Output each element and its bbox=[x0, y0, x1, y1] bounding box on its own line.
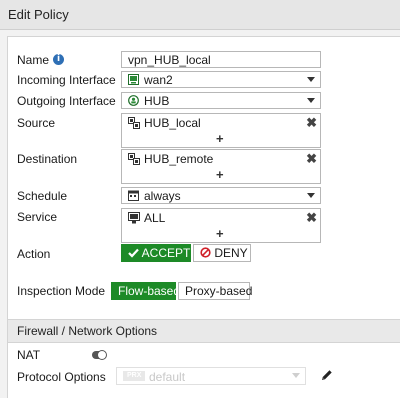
service-multiselect[interactable]: ALL ✖ + bbox=[121, 208, 321, 243]
destination-multiselect[interactable]: HUB_remote ✖ + bbox=[121, 149, 321, 184]
inspection-mode-label: Inspection Mode bbox=[17, 284, 106, 298]
dialog-header: Edit Policy bbox=[0, 0, 400, 30]
schedule-label: Schedule bbox=[17, 189, 68, 203]
chevron-down-icon bbox=[292, 373, 300, 378]
section-title: Firewall / Network Options bbox=[17, 324, 158, 338]
outgoing-interface-select[interactable]: HUB bbox=[121, 92, 321, 109]
name-value: vpn_HUB_local bbox=[128, 53, 211, 67]
schedule-value: always bbox=[144, 189, 181, 203]
proxy-based-label: Proxy-based bbox=[185, 284, 253, 298]
action-label: Action bbox=[17, 247, 51, 261]
protocol-options-select[interactable]: PRX default bbox=[116, 367, 306, 385]
nat-label: NAT bbox=[17, 348, 41, 362]
source-value: HUB_local bbox=[144, 116, 201, 130]
protocol-options-label: Protocol Options bbox=[17, 370, 106, 384]
accept-label: ACCEPT bbox=[141, 246, 191, 260]
interface-port-icon bbox=[128, 74, 139, 85]
incoming-interface-label: Incoming Interface bbox=[17, 73, 116, 87]
source-label: Source bbox=[17, 116, 56, 130]
outgoing-interface-label: Outgoing Interface bbox=[17, 94, 116, 108]
chevron-down-icon bbox=[307, 98, 315, 103]
deny-circle-icon bbox=[200, 247, 211, 258]
accept-button[interactable]: ACCEPT bbox=[121, 244, 191, 262]
proxy-badge: PRX bbox=[123, 371, 146, 381]
deny-label: DENY bbox=[214, 246, 248, 260]
destination-value: HUB_remote bbox=[144, 152, 214, 166]
source-multiselect[interactable]: HUB_local ✖ + bbox=[121, 113, 321, 148]
chevron-down-icon bbox=[307, 77, 315, 82]
chevron-down-icon bbox=[307, 193, 315, 198]
firewall-network-options-section: Firewall / Network Options bbox=[8, 319, 400, 343]
address-object-icon bbox=[128, 117, 140, 129]
checkmark-icon bbox=[128, 248, 139, 258]
service-icon bbox=[128, 212, 140, 224]
nat-toggle[interactable] bbox=[92, 350, 107, 360]
deny-button[interactable]: DENY bbox=[193, 244, 251, 262]
pencil-icon[interactable] bbox=[321, 369, 333, 381]
schedule-select[interactable]: always bbox=[121, 187, 321, 204]
flow-based-label: Flow-based bbox=[118, 284, 181, 298]
proxy-based-button[interactable]: Proxy-based bbox=[178, 282, 253, 300]
service-value: ALL bbox=[144, 211, 166, 225]
add-destination-icon[interactable]: + bbox=[216, 167, 224, 182]
policy-form: Name i vpn_HUB_local Incoming Interface … bbox=[7, 36, 400, 398]
address-object-icon bbox=[128, 153, 140, 165]
service-label: Service bbox=[17, 210, 58, 224]
name-input[interactable]: vpn_HUB_local bbox=[121, 51, 321, 68]
name-label: Name bbox=[17, 53, 50, 67]
incoming-interface-select[interactable]: wan2 bbox=[121, 71, 321, 88]
flow-based-button[interactable]: Flow-based bbox=[111, 282, 180, 300]
outgoing-interface-value: HUB bbox=[144, 94, 170, 108]
calendar-icon bbox=[128, 190, 139, 201]
add-source-icon[interactable]: + bbox=[216, 131, 224, 146]
info-icon[interactable]: i bbox=[53, 54, 64, 65]
remove-source-icon[interactable]: ✖ bbox=[306, 115, 317, 131]
remove-service-icon[interactable]: ✖ bbox=[306, 210, 317, 226]
destination-label: Destination bbox=[17, 152, 78, 166]
remove-destination-icon[interactable]: ✖ bbox=[306, 151, 317, 167]
vpn-tunnel-icon bbox=[128, 95, 139, 106]
add-service-icon[interactable]: + bbox=[216, 226, 224, 241]
page-title: Edit Policy bbox=[8, 7, 69, 22]
incoming-interface-value: wan2 bbox=[144, 73, 173, 87]
protocol-options-value: default bbox=[149, 370, 186, 384]
